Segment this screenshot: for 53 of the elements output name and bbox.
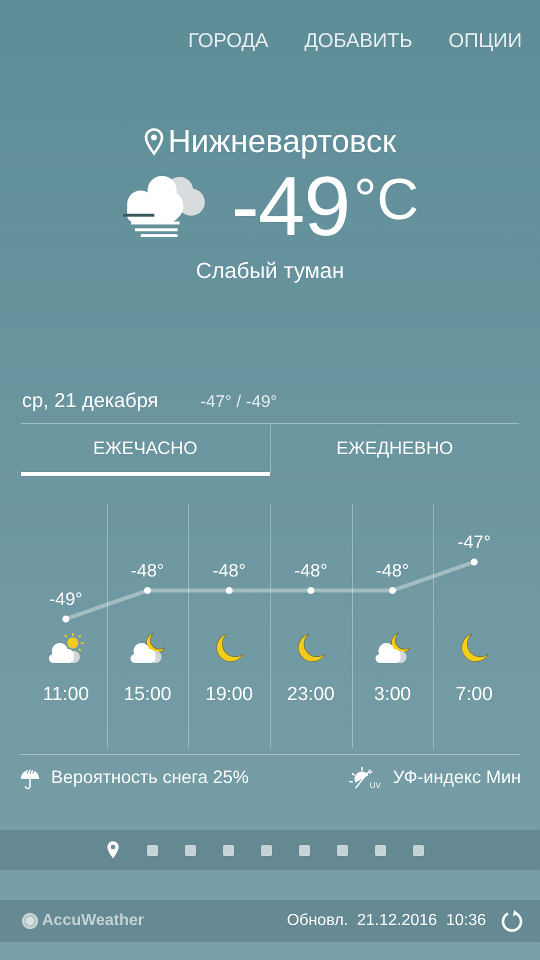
temperature-point xyxy=(226,587,233,594)
hour-label: 3:00 xyxy=(374,684,411,705)
temperature-value: -48° xyxy=(130,560,164,580)
temperature-value: -48° xyxy=(212,560,246,580)
page-indicator[interactable] xyxy=(375,844,386,856)
page-indicator[interactable] xyxy=(261,844,272,856)
cloud-sun-icon xyxy=(48,633,84,663)
temperature-point xyxy=(307,587,314,594)
refresh-icon[interactable] xyxy=(500,909,524,933)
menu-item[interactable]: ОПЦИИ xyxy=(448,30,522,53)
page-indicator[interactable] xyxy=(185,844,196,856)
updated-time: Обновл. 21.12.2016 10:36 xyxy=(286,912,486,930)
temperature-point xyxy=(62,616,70,622)
page-indicator[interactable] xyxy=(299,844,310,856)
menu-item[interactable]: ГОРОДА xyxy=(188,30,268,53)
page-indicator[interactable] xyxy=(223,844,234,856)
temperature-point xyxy=(470,558,478,566)
umbrella-icon xyxy=(19,766,41,790)
location-pin-icon xyxy=(144,128,164,156)
moon-icon xyxy=(216,634,244,662)
hour-label: 23:00 xyxy=(287,684,335,705)
hour-label: 15:00 xyxy=(124,684,172,705)
temperature-unit: °C xyxy=(354,166,419,233)
temperature-value: -48° xyxy=(294,560,328,580)
info-text: Вероятность снега 25% xyxy=(51,767,249,788)
info-text: УФ-индекс Мин xyxy=(392,767,521,788)
temperature-value: -47° xyxy=(458,532,491,552)
page-indicator[interactable] xyxy=(147,844,158,856)
temperature-point xyxy=(144,587,151,594)
location-page-indicator[interactable] xyxy=(106,840,120,860)
forecast-tab[interactable]: ЕЖЕЧАСНО xyxy=(21,424,270,476)
current-temperature: -49 xyxy=(231,158,350,254)
cloud-moon-icon xyxy=(376,633,410,663)
forecast-tab[interactable]: ЕЖЕДНЕВНО xyxy=(270,424,519,476)
page-indicator[interactable] xyxy=(337,844,348,856)
temperature-value: -49° xyxy=(49,589,82,609)
hour-label: 7:00 xyxy=(456,684,493,705)
temperature-point xyxy=(389,587,396,594)
hour-label: 11:00 xyxy=(42,684,89,705)
moon-icon xyxy=(462,634,488,662)
moon-icon xyxy=(298,634,325,662)
temperature-range: -47° / -49° xyxy=(200,392,278,412)
brand-logo: AccuWeather xyxy=(42,912,144,930)
uv-label: UV xyxy=(370,781,381,790)
menu-item[interactable]: ДОБАВИТЬ xyxy=(304,30,413,53)
weather-condition: Слабый туман xyxy=(194,258,346,284)
hour-label: 19:00 xyxy=(205,684,253,705)
date-label: ср, 21 декабря xyxy=(22,390,158,413)
page-indicator[interactable] xyxy=(413,844,424,856)
sun-logo-icon xyxy=(21,912,39,930)
cloud-moon-icon xyxy=(130,633,166,663)
city-name: Нижневартовск xyxy=(168,123,396,160)
temperature-value: -48° xyxy=(376,560,410,580)
